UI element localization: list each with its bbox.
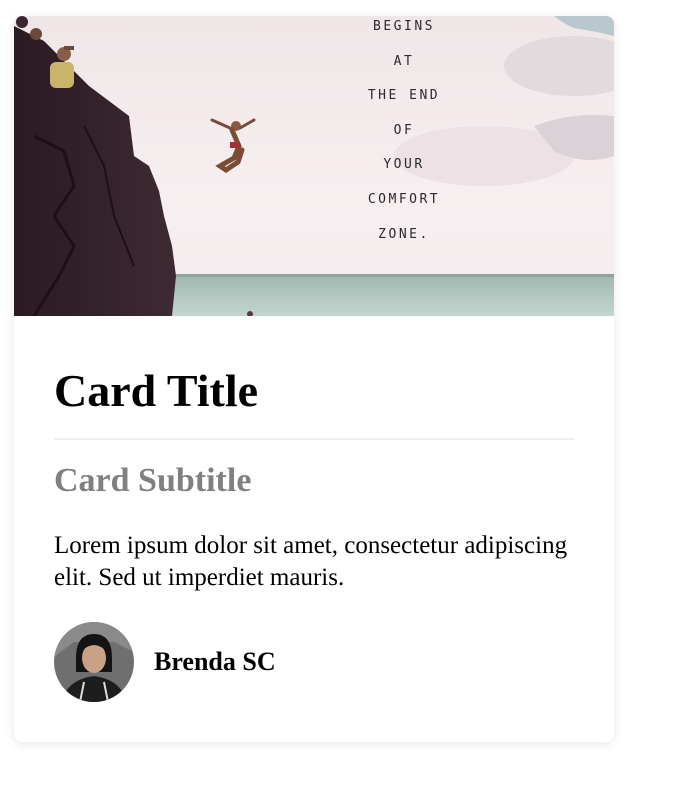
quote-line: BEGINS <box>373 19 435 34</box>
quote-line: COMFORT <box>367 191 441 207</box>
quote-line: ZONE. <box>378 226 430 242</box>
quote-text: BEGINS AT THE END OF YOUR COMFORT ZONE. <box>348 16 460 252</box>
card: BEGINS AT THE END OF YOUR COMFORT ZONE. … <box>14 16 614 742</box>
author-name: Brenda SC <box>154 647 276 676</box>
quote-line: OF <box>393 122 415 138</box>
quote-line: YOUR <box>383 157 425 173</box>
quote-line: AT <box>393 53 415 69</box>
card-text: Lorem ipsum dolor sit amet, consectetur … <box>54 532 568 591</box>
author: Brenda SC <box>54 622 574 702</box>
card-title: Card Title <box>54 365 259 416</box>
person-avatar <box>54 622 134 702</box>
card-subtitle: Card Subtitle <box>54 462 252 499</box>
cliff-jump-photo <box>14 16 614 316</box>
card-image: BEGINS AT THE END OF YOUR COMFORT ZONE. <box>14 16 614 316</box>
divider <box>54 438 574 440</box>
quote-line: THE END <box>367 88 441 104</box>
